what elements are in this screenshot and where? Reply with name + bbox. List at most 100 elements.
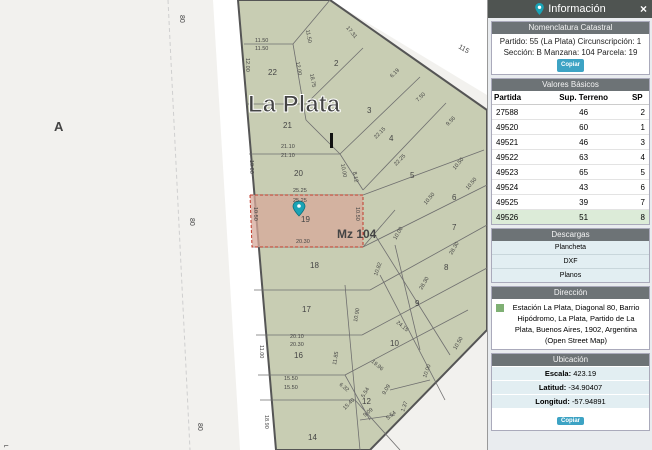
address-text: Estación La Plata, Diagonal 80, Barrio H…: [512, 303, 640, 345]
map-canvas[interactable]: A La Plata Mz 104 80 80 80 115 2 3 4 5 6…: [0, 0, 487, 450]
direccion-box: Dirección Estación La Plata, Diagonal 80…: [491, 286, 650, 350]
parcel-number: 6: [452, 193, 457, 202]
partida-cell: 27588: [492, 104, 542, 120]
parcel-number: 10: [390, 339, 399, 348]
block-label: Mz 104: [337, 227, 377, 241]
dimension-label: 21.10: [281, 153, 295, 159]
nomenclatura-title: Nomenclatura Catastral: [492, 22, 649, 34]
table-row[interactable]: 49522 63 4: [492, 149, 649, 165]
valores-table: Partida Sup. Terreno SP 27588 46 2 49520 60…: [492, 91, 649, 224]
longitud-row: Longitud: -57.94891: [492, 394, 649, 408]
parcel-number: 18: [310, 261, 319, 270]
sup-cell: 51: [541, 209, 626, 224]
column-header-sup-terreno: Sup. Terreno: [541, 91, 626, 105]
area-label: A: [54, 119, 64, 134]
escala-label: Escala:: [544, 369, 572, 378]
latitud-label: Latitud:: [538, 383, 567, 392]
sup-cell: 46: [541, 104, 626, 120]
dimension-label: 21.10: [281, 144, 295, 150]
parcel-number: 9: [415, 299, 420, 308]
partida-cell: 49520: [492, 119, 542, 135]
nomenclatura-box: Nomenclatura Catastral Partido: 55 (La P…: [491, 21, 650, 75]
table-row[interactable]: 49521 46 3: [492, 134, 649, 150]
sup-cell: 39: [541, 194, 626, 210]
table-row[interactable]: 49523 65 5: [492, 164, 649, 180]
parcel-number: 21: [283, 121, 292, 130]
partida-cell: 49523: [492, 164, 542, 180]
ubicacion-box: Ubicación Escala: 423.19 Latitud: -34.90…: [491, 353, 650, 431]
download-plancheta-link[interactable]: Plancheta: [492, 241, 649, 254]
table-row-selected[interactable]: 49526 51 8: [492, 209, 649, 224]
table-row[interactable]: 27588 46 2: [492, 104, 649, 120]
dimension-label: 15.50: [284, 385, 298, 391]
partida-cell: 49521: [492, 134, 542, 150]
dimension-label: 10.50: [354, 207, 360, 221]
sup-cell: 46: [541, 134, 626, 150]
column-header-partida: Partida: [492, 91, 542, 105]
dimension-label: 11.00: [258, 345, 264, 358]
info-panel: Información × Nomenclatura Catastral Par…: [487, 0, 652, 450]
parcel-number: 17: [302, 305, 311, 314]
download-dxf-link[interactable]: DXF: [492, 254, 649, 268]
copy-ubicacion-button[interactable]: Copiar: [556, 417, 584, 425]
descargas-box: Descargas Plancheta DXF Planos: [491, 228, 650, 283]
sp-cell: 5: [625, 164, 649, 180]
table-row[interactable]: 49524 43 6: [492, 179, 649, 195]
nomenclatura-line-1: Partido: 55 (La Plata) Circunscripción: …: [499, 37, 642, 46]
sp-cell: 4: [625, 149, 649, 165]
descargas-title: Descargas: [492, 229, 649, 241]
dimension-label: 20.30: [296, 239, 310, 245]
dimension-label: 20.10: [290, 334, 304, 340]
download-planos-link[interactable]: Planos: [492, 268, 649, 282]
parcel-number: 20: [294, 169, 303, 178]
escala-row: Escala: 423.19: [492, 366, 649, 380]
escala-value: 423.19: [573, 369, 597, 378]
sp-cell: 7: [625, 194, 649, 210]
valores-title: Valores Básicos: [492, 79, 649, 91]
direccion-title: Dirección: [492, 287, 649, 299]
partida-cell: 49525: [492, 194, 542, 210]
partida-cell: 49526: [492, 209, 542, 224]
partida-cell: 49522: [492, 149, 542, 165]
street-label: 80: [196, 423, 203, 431]
sup-cell: 65: [541, 164, 626, 180]
cadastral-map[interactable]: A La Plata Mz 104 80 80 80 115 2 3 4 5 6…: [0, 0, 487, 450]
close-icon[interactable]: ×: [640, 2, 647, 16]
cursor-marker: [330, 133, 333, 148]
parcel-number: 14: [308, 433, 317, 442]
sp-cell: 2: [625, 104, 649, 120]
sp-cell: 1: [625, 119, 649, 135]
partida-cell: 49524: [492, 179, 542, 195]
latitud-value: -34.90407: [568, 383, 603, 392]
panel-header: Información ×: [488, 0, 652, 18]
dimension-label: 25.25: [293, 198, 307, 204]
dimension-label: 12.00: [244, 58, 250, 72]
dimension-label: 20.30: [290, 342, 304, 348]
street-label: 80: [178, 15, 185, 23]
table-row[interactable]: 49520 60 1: [492, 119, 649, 135]
table-row[interactable]: 49525 39 7: [492, 194, 649, 210]
osm-icon: [496, 304, 504, 312]
nomenclatura-line-2: Sección: B Manzana: 104 Parcela: 19: [503, 48, 638, 57]
dimension-label: 25.25: [293, 188, 307, 194]
sp-cell: 6: [625, 179, 649, 195]
column-header-sp: SP: [625, 91, 649, 105]
corner-tick: ⌐: [4, 441, 9, 450]
parcel-number: 22: [268, 68, 277, 77]
sup-cell: 60: [541, 119, 626, 135]
parcel-number: 3: [367, 106, 372, 115]
dimension-label: 10.50: [252, 207, 258, 221]
sup-cell: 43: [541, 179, 626, 195]
city-label: La Plata: [248, 91, 341, 118]
valores-box: Valores Básicos Partida Sup. Terreno SP …: [491, 78, 650, 225]
parcel-number: 16: [294, 351, 303, 360]
ubicacion-title: Ubicación: [492, 354, 649, 366]
sp-cell: 3: [625, 134, 649, 150]
longitud-label: Longitud:: [535, 397, 570, 406]
dimension-label: 15.50: [284, 376, 298, 382]
parcel-number: 2: [334, 59, 339, 68]
copy-nomenclatura-button[interactable]: Copiar: [556, 59, 584, 72]
parcel-number: 7: [452, 223, 457, 232]
panel-title: Información: [548, 3, 606, 15]
sup-cell: 63: [541, 149, 626, 165]
